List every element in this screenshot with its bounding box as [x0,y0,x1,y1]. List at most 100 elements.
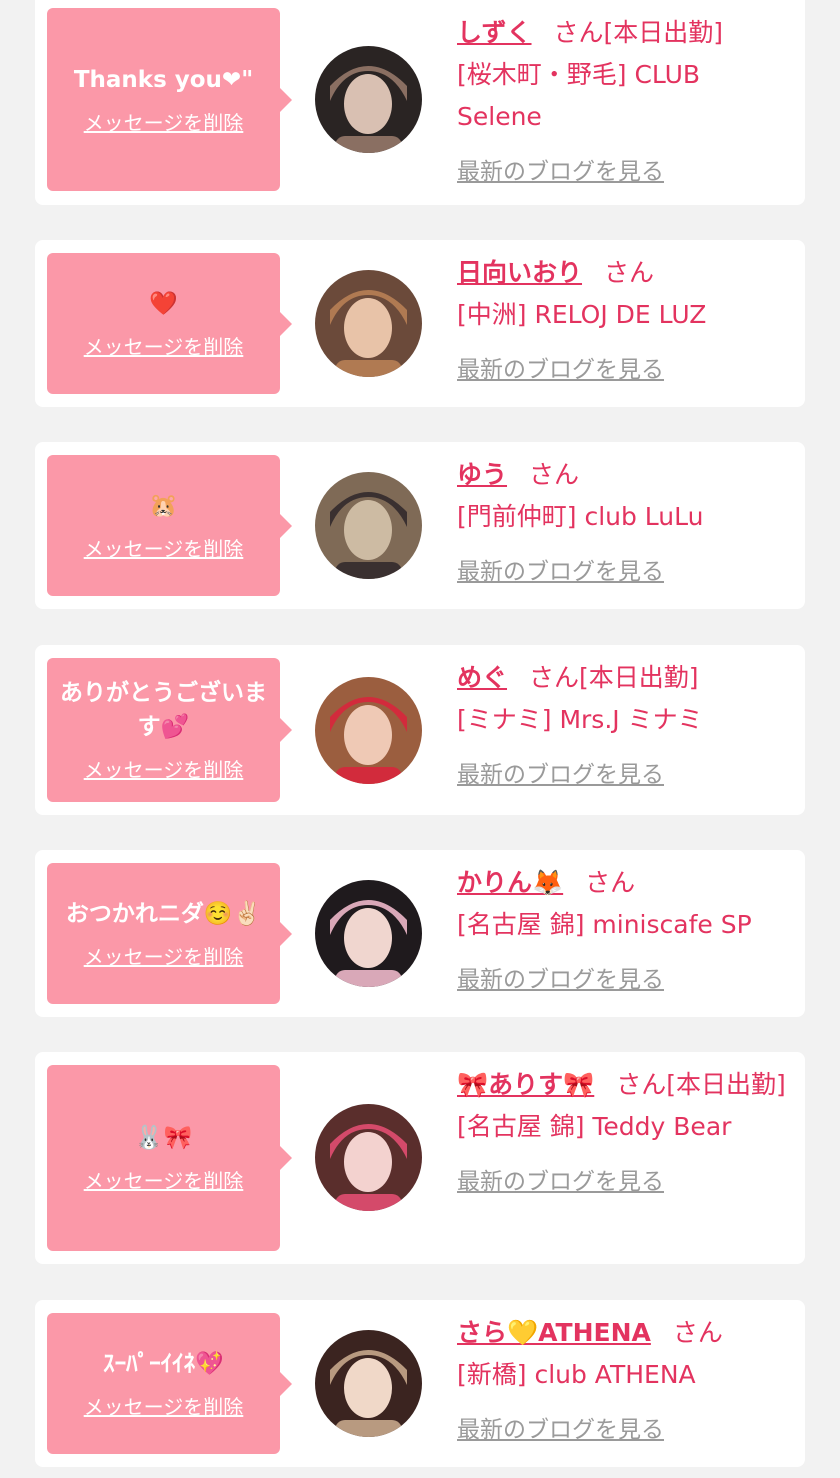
cast-name-line: ゆう さん [457,454,789,496]
avatar-face [344,705,392,765]
honorific: さん [553,18,604,47]
avatar-body [335,1194,402,1211]
avatar-face [344,500,392,560]
cast-name-link[interactable]: しずく [457,18,532,47]
message-text: Thanks you❤" [73,66,254,93]
cast-info: ゆう さん [門前仲町] club LuLu 最新のブログを見る [457,454,789,586]
avatar-photo [315,1104,422,1211]
avatar[interactable] [315,1104,422,1211]
cast-name-link[interactable]: ゆう [457,460,507,489]
honorific: さん [529,460,580,489]
latest-blog-link[interactable]: 最新のブログを見る [457,552,664,586]
message-text: ｽｰﾊﾟｰｲｲﾈ💖 [103,1350,224,1377]
message-bubble: 🐹 メッセージを削除 [47,455,292,596]
cast-name-link[interactable]: めぐ [457,663,507,692]
avatar-body [335,360,402,377]
latest-blog-link[interactable]: 最新のブログを見る [457,350,664,384]
avatar-body [335,970,402,987]
shop-location: [門前仲町] club LuLu [457,502,704,531]
message-text: ありがとうございます💕 [60,680,267,740]
cast-info: かりん🦊 さん [名古屋 錦] miniscafe SP 最新のブログを見る [457,862,789,994]
delete-message-link[interactable]: メッセージを削除 [84,1393,244,1421]
latest-blog-link[interactable]: 最新のブログを見る [457,1162,664,1196]
work-status: [本日出勤] [666,1070,786,1099]
cast-name-link[interactable]: さら💛ATHENA [457,1318,651,1347]
message-bubble: ありがとうございます💕 メッセージを削除 [47,658,292,802]
shop-location: [名古屋 錦] Teddy Bear [457,1112,732,1141]
delete-message-link[interactable]: メッセージを削除 [84,1167,244,1195]
avatar-body [335,562,402,579]
honorific: さん [604,258,655,287]
favorite-card: ｽｰﾊﾟｰｲｲﾈ💖 メッセージを削除 さら💛ATHENA さん [新橋] club… [35,1300,805,1467]
avatar[interactable] [315,472,422,579]
message-bubble: おつかれニダ☺️✌🏻 メッセージを削除 [47,863,292,1004]
avatar-photo [315,270,422,377]
message-bubble: ❤️ メッセージを削除 [47,253,292,394]
avatar[interactable] [315,880,422,987]
favorite-card: おつかれニダ☺️✌🏻 メッセージを削除 かりん🦊 さん [名古屋 錦] minis… [35,850,805,1017]
cast-name-link[interactable]: 🎀ありす🎀 [457,1070,594,1099]
delete-message-link[interactable]: メッセージを削除 [84,943,244,971]
latest-blog-link[interactable]: 最新のブログを見る [457,755,664,789]
avatar[interactable] [315,46,422,153]
delete-message-link[interactable]: メッセージを削除 [84,109,244,137]
cast-name-line: さら💛ATHENA さん [457,1312,789,1354]
cast-name-link[interactable]: かりん🦊 [457,868,563,897]
cast-name-line: 日向いおり さん [457,252,789,294]
favorite-card: 🐰🎀 メッセージを削除 🎀ありす🎀 さん[本日出勤] [名古屋 錦] Teddy … [35,1052,805,1264]
message-text: 🐹 [149,492,178,519]
shop-location: [新橋] club ATHENA [457,1360,696,1389]
honorific: さん [672,1318,723,1347]
latest-blog-link[interactable]: 最新のブログを見る [457,960,664,994]
shop-location: [ミナミ] Mrs.J ミナミ [457,705,703,734]
honorific: さん [616,1070,667,1099]
message-text: おつかれニダ☺️✌🏻 [65,900,262,927]
message-bubble: 🐰🎀 メッセージを削除 [47,1065,292,1251]
avatar[interactable] [315,270,422,377]
cast-info: 日向いおり さん [中洲] RELOJ DE LUZ 最新のブログを見る [457,252,789,384]
avatar-body [335,767,402,784]
cast-info: さら💛ATHENA さん [新橋] club ATHENA 最新のブログを見る [457,1312,789,1444]
message-bubble: Thanks you❤" メッセージを削除 [47,8,292,191]
shop-location: [桜木町・野毛] CLUB Selene [457,60,701,131]
work-status: [本日出勤] [603,18,724,47]
avatar-body [335,1420,402,1437]
cast-name-line: かりん🦊 さん [457,862,789,904]
avatar-body [335,136,402,153]
favorite-card: ありがとうございます💕 メッセージを削除 めぐ さん[本日出勤] [ミナミ] Mr… [35,645,805,815]
message-bubble: ｽｰﾊﾟｰｲｲﾈ💖 メッセージを削除 [47,1313,292,1454]
avatar[interactable] [315,1330,422,1437]
avatar-photo [315,880,422,987]
avatar-photo [315,677,422,784]
avatar-face [344,1358,392,1418]
avatar-face [344,908,392,968]
avatar-photo [315,46,422,153]
latest-blog-link[interactable]: 最新のブログを見る [457,1410,664,1444]
avatar-photo [315,1330,422,1437]
work-status: [本日出勤] [579,663,699,692]
delete-message-link[interactable]: メッセージを削除 [84,535,244,563]
cast-info: 🎀ありす🎀 さん[本日出勤] [名古屋 錦] Teddy Bear 最新のブログを… [457,1064,789,1196]
cast-name-line: しずく さん[本日出勤] [457,12,789,54]
cast-name-line: 🎀ありす🎀 さん[本日出勤] [457,1064,789,1106]
shop-location: [名古屋 錦] miniscafe SP [457,910,752,939]
shop-location: [中洲] RELOJ DE LUZ [457,300,707,329]
avatar[interactable] [315,677,422,784]
honorific: さん [585,868,636,897]
cast-name-line: めぐ さん[本日出勤] [457,657,789,699]
message-text: ❤️ [149,290,178,317]
avatar-photo [315,472,422,579]
cast-name-link[interactable]: 日向いおり [457,258,582,287]
favorite-card: 🐹 メッセージを削除 ゆう さん [門前仲町] club LuLu 最新のブログを… [35,442,805,609]
message-text: 🐰🎀 [134,1125,193,1151]
delete-message-link[interactable]: メッセージを削除 [84,333,244,361]
favorite-card: Thanks you❤" メッセージを削除 しずく さん[本日出勤] [桜木町・野… [35,0,805,205]
delete-message-link[interactable]: メッセージを削除 [84,756,244,784]
favorite-card: ❤️ メッセージを削除 日向いおり さん [中洲] RELOJ DE LUZ 最新… [35,240,805,407]
latest-blog-link[interactable]: 最新のブログを見る [457,152,664,186]
avatar-face [344,298,392,358]
avatar-face [344,74,392,134]
avatar-face [344,1132,392,1192]
honorific: さん [529,663,580,692]
cast-info: しずく さん[本日出勤] [桜木町・野毛] CLUB Selene 最新のブログを… [457,12,789,186]
